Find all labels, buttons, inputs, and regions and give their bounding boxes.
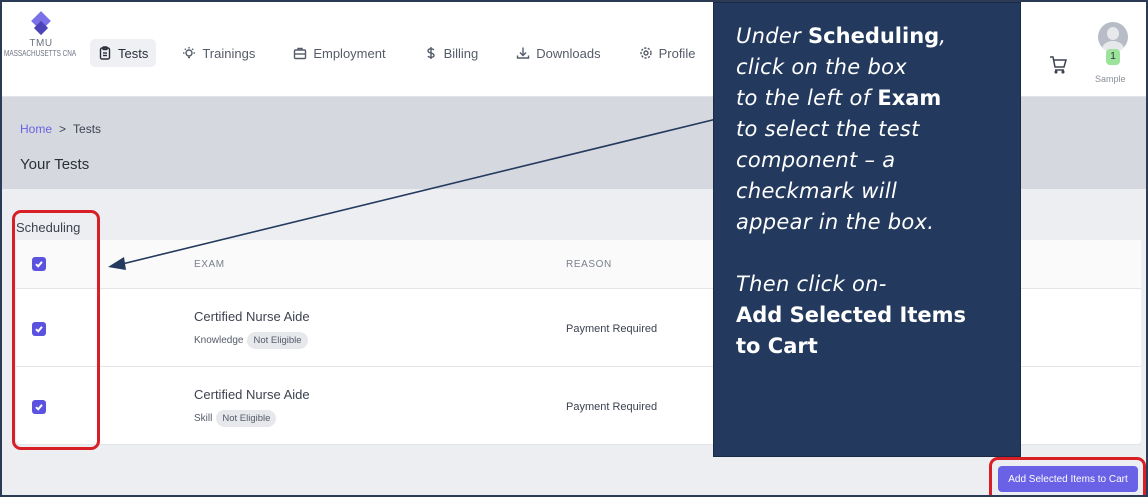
gear-icon [639, 46, 653, 60]
reason-cell: Payment Required [566, 401, 658, 413]
exam-type-label: Knowledge [194, 335, 244, 346]
clipboard-icon [98, 46, 112, 60]
exam-type: Knowledge Not Eligible [194, 332, 308, 349]
nav-label-trainings: Trainings [202, 45, 256, 61]
cart-icon[interactable] [1048, 54, 1068, 74]
nav-item-tests[interactable]: Tests [90, 39, 157, 67]
nav-label-profile: Profile [658, 45, 696, 61]
nav-label-tests: Tests [118, 45, 149, 61]
nav-item-employment[interactable]: Employment [285, 39, 393, 67]
exam-type: Skill Not Eligible [194, 410, 277, 427]
logo-diamond-icon [31, 11, 51, 36]
callout-text: click on the box [736, 55, 907, 79]
dollar-icon [424, 46, 438, 60]
breadcrumb: Home > Tests [20, 122, 101, 136]
status-badge: Not Eligible [247, 332, 308, 349]
nav-item-downloads[interactable]: Downloads [508, 39, 608, 67]
callout-text: appear in the box. [736, 210, 935, 234]
exam-name: Certified Nurse Aide [194, 309, 310, 324]
nav-label-billing: Billing [443, 45, 479, 61]
logo[interactable]: TMU MASSACHUSETTS CNA [4, 11, 77, 58]
callout-emphasis-exam: Exam [877, 86, 942, 110]
callout-text: checkmark will [736, 179, 898, 203]
page-title: Your Tests [20, 156, 90, 173]
download-icon [516, 46, 530, 60]
callout-emphasis-scheduling: Scheduling [808, 24, 940, 48]
breadcrumb-current: Tests [73, 122, 102, 136]
logo-subtitle: MASSACHUSETTS CNA [4, 49, 77, 58]
status-badge: Not Eligible [216, 410, 277, 427]
user-name: Sample [1095, 74, 1126, 84]
nav-label-employment: Employment [313, 45, 386, 61]
exam-name: Certified Nurse Aide [194, 387, 310, 402]
callout-text: to the left of [736, 86, 878, 110]
cart-count-badge: 1 [1106, 49, 1120, 65]
column-header-exam: EXAM [194, 259, 225, 270]
nav-label-downloads: Downloads [536, 45, 601, 61]
breadcrumb-separator: > [59, 122, 67, 136]
nav-item-billing[interactable]: Billing [416, 39, 487, 67]
callout-text: Then click on- [736, 272, 887, 296]
nav-item-profile[interactable]: Profile [631, 39, 704, 67]
callout-emphasis-button: to Cart [736, 334, 818, 358]
column-header-reason: REASON [566, 259, 612, 270]
breadcrumb-home-link[interactable]: Home [20, 122, 52, 136]
avatar[interactable] [1098, 22, 1128, 52]
briefcase-icon [293, 46, 307, 60]
button-highlight-annotation [989, 457, 1146, 495]
main-nav: Tests Trainings Employment Billing Downl… [90, 39, 725, 67]
exam-type-label: Skill [194, 413, 213, 424]
instruction-callout: Under Scheduling, click on the box to th… [713, 2, 1021, 457]
screenshot-frame: TMU MASSACHUSETTS CNA Tests Trainings Em… [0, 0, 1148, 497]
callout-emphasis-button: Add Selected Items [736, 303, 966, 327]
callout-text: component – a [736, 148, 896, 172]
callout-text: to select the test [736, 117, 920, 141]
lightbulb-icon [182, 46, 196, 60]
reason-cell: Payment Required [566, 323, 658, 335]
checkbox-highlight-annotation [12, 210, 100, 450]
logo-name: TMU [29, 38, 53, 49]
nav-item-trainings[interactable]: Trainings [174, 39, 263, 67]
callout-text: Under [736, 24, 809, 48]
